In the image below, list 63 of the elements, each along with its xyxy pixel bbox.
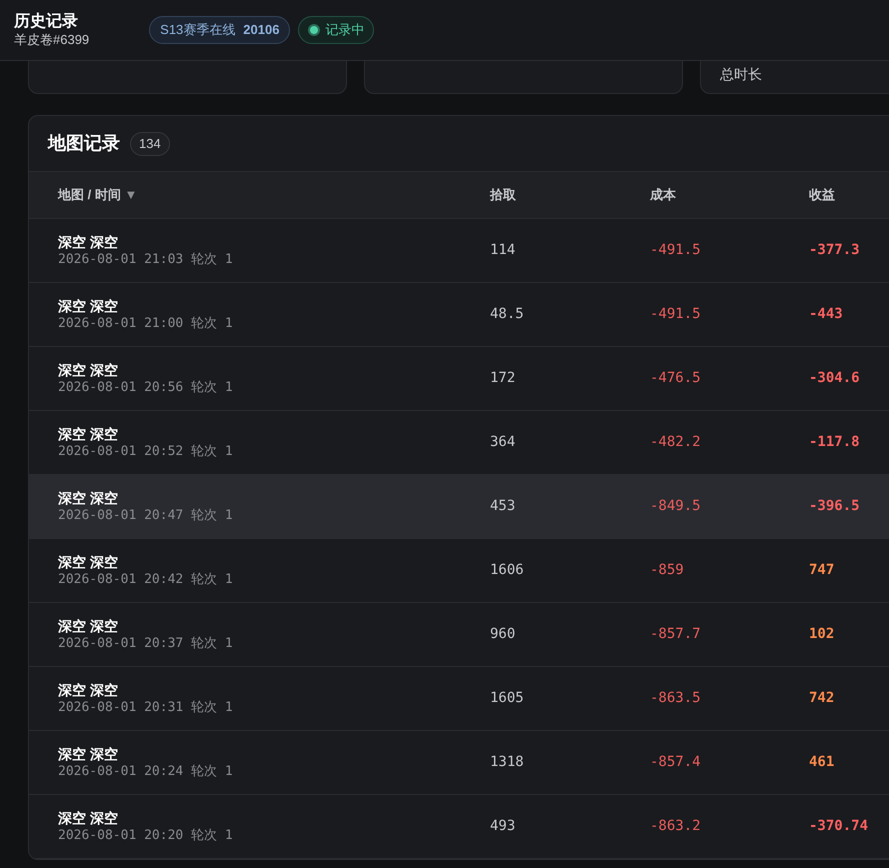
map-time: 2026-08-01 20:37 轮次 1 xyxy=(58,634,234,652)
pickup-cell-text: 1606 xyxy=(490,561,525,580)
map-name: 深空 深空 xyxy=(58,296,119,314)
page-subtitle: 羊皮卷#6399 xyxy=(14,32,90,48)
pickup-cell-text: 48.5 xyxy=(490,305,525,324)
profit-cell-text: 747 xyxy=(809,561,836,580)
profit-cell-text: -370.74 xyxy=(809,817,870,836)
map-time: 2026-08-01 20:47 轮次 1 xyxy=(58,506,234,524)
map-time: 2026-08-01 20:52 轮次 1 xyxy=(58,442,234,460)
status-label: 记录中 xyxy=(325,21,364,40)
pickup-cell-text: 172 xyxy=(490,369,516,388)
profit-cell-text: -396.5 xyxy=(809,497,861,516)
column-header[interactable]: 收益 xyxy=(809,185,889,205)
cost-cell-text: -857.4 xyxy=(650,753,702,772)
map-time: 2026-08-01 20:42 轮次 1 xyxy=(58,570,234,588)
profit-cell-text: -117.8 xyxy=(809,433,861,452)
pickup-cell-text: 493 xyxy=(490,817,516,836)
pickup-cell-text: 1318 xyxy=(490,753,525,772)
cost-cell-text: -859 xyxy=(650,561,685,580)
cost-cell-text: -491.5 xyxy=(650,305,702,324)
map-time: 2026-08-01 21:03 轮次 1 xyxy=(58,250,234,268)
map-time: 2026-08-01 21:00 轮次 1 xyxy=(58,314,234,332)
map-name: 深空 深空 xyxy=(58,232,119,250)
map-name: 深空 深空 xyxy=(58,552,119,570)
profit-cell-text: -377.3 xyxy=(809,241,861,260)
map-time: 2026-08-01 20:56 轮次 1 xyxy=(58,378,234,396)
cost-cell-text: -857.7 xyxy=(650,625,702,644)
page-title: 历史记录 xyxy=(14,12,79,32)
season-count: 20106 xyxy=(243,21,280,40)
count-badge: 134 xyxy=(130,132,170,156)
season-label: S13赛季在线 xyxy=(160,21,236,40)
cost-cell-text: -491.5 xyxy=(650,241,702,260)
card-label: 总时长 xyxy=(720,66,762,82)
profit-cell-text: -304.6 xyxy=(809,369,861,388)
map-name: 深空 深空 xyxy=(58,808,119,826)
column-header[interactable]: 地图 / 时间 ▼ xyxy=(58,185,490,205)
cost-cell-text: -863.2 xyxy=(650,817,702,836)
cost-cell-text: -863.5 xyxy=(650,689,702,708)
map-name: 深空 深空 xyxy=(58,424,119,442)
profit-cell-text: -443 xyxy=(809,305,844,324)
column-header[interactable]: 成本 xyxy=(650,185,809,205)
cost-cell-text: -849.5 xyxy=(650,497,702,516)
map-name: 深空 深空 xyxy=(58,488,119,506)
profit-cell-text: 102 xyxy=(809,625,836,644)
map-name: 深空 深空 xyxy=(58,744,119,762)
map-name: 深空 深空 xyxy=(58,680,119,698)
cost-cell-text: -482.2 xyxy=(650,433,702,452)
profit-cell-text: 742 xyxy=(809,689,836,708)
map-time: 2026-08-01 20:20 轮次 1 xyxy=(58,826,234,844)
panel-title: 地图记录 xyxy=(48,132,120,155)
column-header[interactable]: 拾取 xyxy=(490,185,650,205)
profit-cell-text: 461 xyxy=(809,753,836,772)
pickup-cell-text: 114 xyxy=(490,241,516,260)
map-name: 深空 深空 xyxy=(58,360,119,378)
cost-cell-text: -476.5 xyxy=(650,369,702,388)
map-time: 2026-08-01 20:24 轮次 1 xyxy=(58,762,234,780)
map-time: 2026-08-01 20:31 轮次 1 xyxy=(58,698,234,716)
pickup-cell-text: 1605 xyxy=(490,689,525,708)
table-row[interactable]: 深空 深空 2026-08-01 20:47 轮次 1 453 -849.5 -396.5 xyxy=(29,475,889,539)
pickup-cell-text: 960 xyxy=(490,625,516,644)
map-name: 深空 深空 xyxy=(58,616,119,634)
pickup-cell-text: 453 xyxy=(490,497,516,516)
pickup-cell-text: 364 xyxy=(490,433,516,452)
